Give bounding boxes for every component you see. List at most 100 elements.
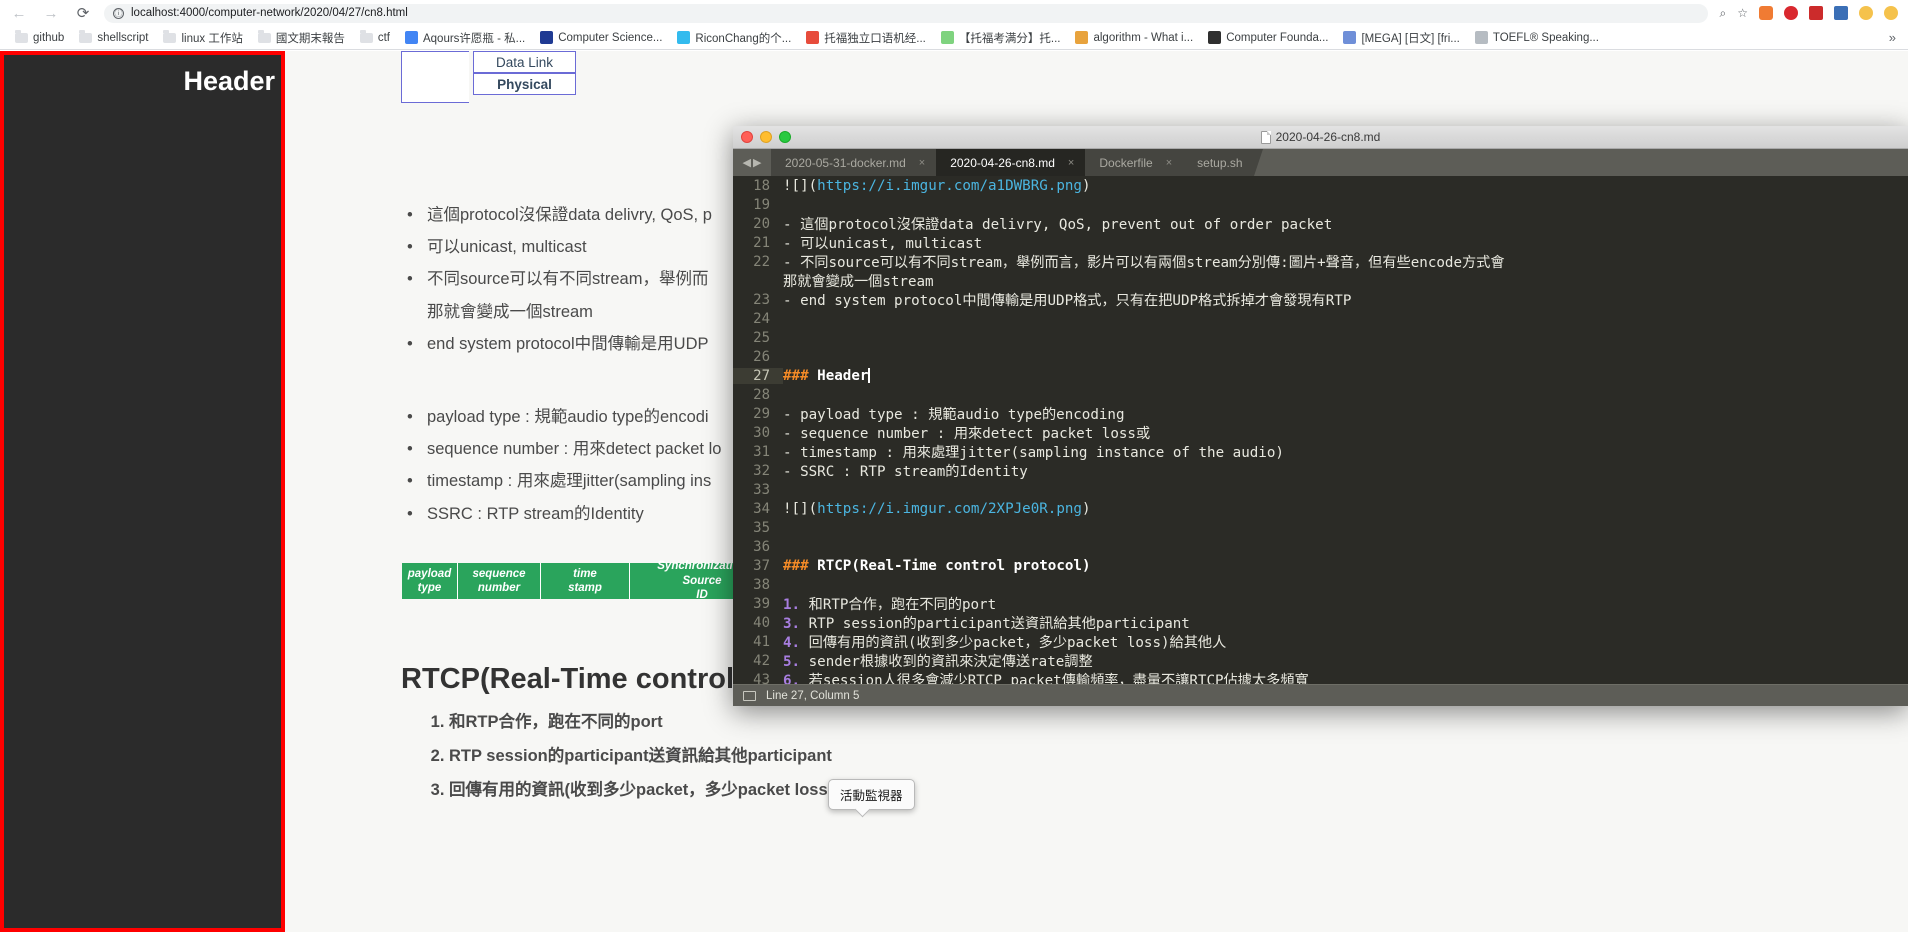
line-number: 24 — [753, 310, 770, 327]
code-line: 38 — [733, 575, 1908, 594]
bookmark-label: 國文期末報告 — [275, 32, 345, 45]
site-info-icon[interactable]: ⓘ — [113, 7, 124, 19]
bookmark-item[interactable]: 托福独立口语机经... — [799, 28, 933, 48]
avatar[interactable] — [1859, 6, 1873, 20]
list-item: RTP session的participant送資訊給其他participant — [449, 740, 832, 774]
line-number: 22 — [753, 253, 770, 270]
bookmark-item[interactable]: 國文期末報告 — [251, 28, 352, 48]
ext-blue-icon[interactable] — [1834, 6, 1848, 20]
folder-icon — [15, 30, 28, 44]
code-line: 20 - 這個protocol沒保證data delivry, QoS, prev… — [733, 214, 1908, 233]
bookmark-item[interactable]: github — [8, 29, 71, 46]
tab-close-icon[interactable]: × — [1068, 157, 1074, 169]
editor-titlebar[interactable]: 2020-04-26-cn8.md — [733, 126, 1908, 149]
code-text: - 不同source可以有不同stream，舉例而言，影片可以有兩個stream… — [783, 252, 1505, 272]
code-token: ![]( — [783, 500, 818, 517]
bookmark-item[interactable]: Aqours许愿瓶 - 私... — [398, 28, 532, 48]
editor-statusbar: Line 27, Column 5 — [733, 684, 1908, 706]
site-favicon — [1343, 31, 1357, 44]
code-token: ![]( — [783, 177, 818, 194]
editor-tabbar[interactable]: ◀ ▶ 2020-05-31-docker.md × 2020-04-26-cn8.… — [733, 149, 1908, 176]
code-line: 19 — [733, 195, 1908, 214]
tab-prev-icon[interactable]: ◀ — [743, 156, 751, 169]
code-line: 39 1. 和RTP合作，跑在不同的port — [733, 594, 1908, 613]
line-number: 34 — [753, 500, 770, 517]
code-line: 41 4. 回傳有用的資訊(收到多少packet，多少packet loss)給其… — [733, 632, 1908, 651]
navigation-buttons: ← → ⟳ — [10, 4, 92, 22]
address-bar[interactable]: ⓘ localhost:4000/computer-network/2020/0… — [104, 3, 1708, 23]
bookmark-item[interactable]: linux 工作站 — [156, 28, 249, 48]
bookmark-item[interactable]: 【托福考满分】托... — [934, 28, 1068, 48]
bookmark-item[interactable]: Computer Science... — [533, 29, 669, 46]
editor-tab[interactable]: 2020-04-26-cn8.md × — [936, 149, 1095, 176]
tab-next-icon[interactable]: ▶ — [753, 156, 761, 169]
line-number: 39 — [753, 595, 770, 612]
tab-close-icon[interactable]: × — [919, 157, 925, 169]
search-icon[interactable]: ⌕ — [1720, 6, 1727, 21]
line-number: 29 — [753, 405, 770, 422]
editor-tab[interactable]: setup.sh — [1183, 149, 1263, 176]
code-line: 33 — [733, 480, 1908, 499]
bookmark-label: RiconChang的个... — [695, 32, 792, 45]
line-number: 19 — [753, 196, 770, 213]
text-editor-window[interactable]: 2020-04-26-cn8.md ◀ ▶ 2020-05-31-docker.… — [733, 126, 1908, 706]
bookmark-item[interactable]: algorithm - What i... — [1068, 29, 1200, 46]
console-icon[interactable] — [743, 690, 756, 701]
selection-header-text: Header — [183, 66, 275, 96]
tab-close-icon[interactable]: × — [1166, 157, 1172, 169]
code-text: - 可以unicast, multicast — [783, 233, 982, 253]
osi-side-box — [401, 51, 469, 103]
code-token: - payload type : 規範audio type的encoding — [783, 406, 1125, 423]
code-token: Header — [817, 367, 869, 384]
adblock-icon[interactable] — [1784, 6, 1798, 20]
back-icon[interactable]: ← — [10, 4, 28, 22]
bookmark-label: linux 工作站 — [181, 32, 243, 45]
bookmarks-bar[interactable]: github shellscript linux 工作站 國文期末報告 ctf Aqour… — [0, 26, 1908, 50]
extension-icon[interactable] — [1759, 6, 1773, 20]
code-line: 36 — [733, 537, 1908, 556]
code-token: RTCP(Real-Time control protocol) — [817, 557, 1091, 574]
bookmark-label: ctf — [377, 31, 390, 44]
tab-scroll-arrows[interactable]: ◀ ▶ — [733, 149, 771, 176]
bookmark-label: Computer Founda... — [1226, 31, 1329, 44]
line-number: 30 — [753, 424, 770, 441]
bookmarks-overflow-icon[interactable]: » — [1889, 30, 1900, 45]
bookmark-item[interactable]: ctf — [353, 29, 397, 46]
code-text: 5. sender根據收到的資訊來決定傳送rate調整 — [783, 651, 1093, 671]
code-text: ### RTCP(Real-Time control protocol) — [783, 558, 1091, 574]
code-text: 1. 和RTP合作，跑在不同的port — [783, 594, 996, 614]
editor-tab[interactable]: Dockerfile × — [1085, 149, 1192, 176]
code-area[interactable]: 18 ![](https://i.imgur.com/a1DWBRG.png) 19… — [733, 176, 1908, 684]
line-number: 18 — [753, 177, 770, 194]
bookmark-star-icon[interactable]: ☆ — [1737, 6, 1748, 20]
code-token: - 這個protocol沒保證data delivry, QoS, preven… — [783, 216, 1333, 233]
bookmark-item[interactable]: TOEFL® Speaking... — [1468, 29, 1606, 46]
code-line: 29 - payload type : 規範audio type的encoding — [733, 404, 1908, 423]
site-favicon — [540, 31, 554, 44]
menu-icon[interactable] — [1884, 6, 1898, 20]
code-line: 22 - 不同source可以有不同stream，舉例而言，影片可以有兩個stre… — [733, 252, 1908, 271]
reload-icon[interactable]: ⟳ — [74, 4, 92, 22]
code-token: https://i.imgur.com/2XPJe0R.png — [817, 500, 1082, 517]
browser-toolbar: ← → ⟳ ⓘ localhost:4000/computer-network/… — [0, 0, 1908, 26]
code-text: - sequence number : 用來detect packet loss… — [783, 423, 1150, 443]
code-text: 那就會變成一個stream — [783, 271, 934, 291]
folder-icon — [359, 30, 373, 44]
line-number: 38 — [753, 576, 770, 593]
bookmark-item[interactable]: Computer Founda... — [1201, 29, 1335, 46]
line-number: 33 — [753, 481, 770, 498]
code-line: 27 ### Header — [733, 366, 1908, 385]
page-viewport: Header Data Link Physical 這個protocol沒保證d… — [0, 51, 1908, 932]
forward-icon[interactable]: → — [42, 4, 60, 22]
code-token: ) — [1081, 500, 1091, 517]
folder-icon — [163, 30, 177, 44]
editor-tab[interactable]: 2020-05-31-docker.md × — [771, 149, 946, 176]
code-line: 35 — [733, 518, 1908, 537]
ext-red-icon[interactable] — [1809, 6, 1823, 20]
site-favicon — [404, 31, 418, 44]
editor-tab-label: setup.sh — [1197, 155, 1243, 170]
bookmark-item[interactable]: shellscript — [72, 29, 155, 46]
site-favicon — [940, 31, 954, 44]
bookmark-item[interactable]: [MEGA] [日文] [fri... — [1336, 28, 1466, 48]
bookmark-item[interactable]: RiconChang的个... — [670, 28, 798, 48]
